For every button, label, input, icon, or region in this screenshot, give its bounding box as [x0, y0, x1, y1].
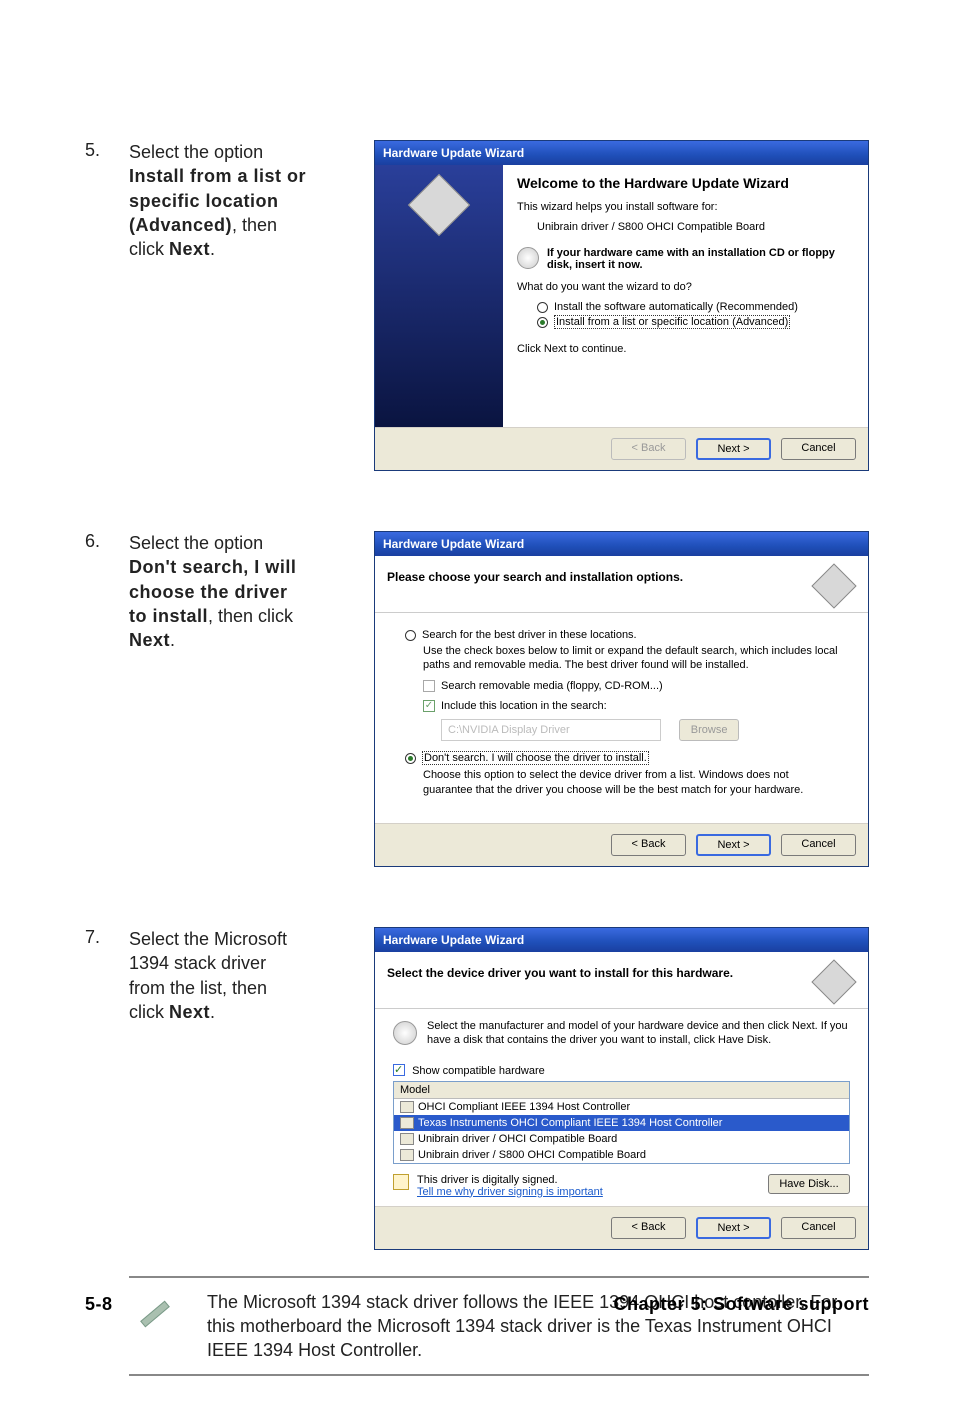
step-5: 5. Select the option Install from a list… [85, 140, 869, 471]
step-text: Select the option Don't search, I will c… [129, 531, 315, 867]
step-7: 7. Select the Microsoft 1394 stack drive… [85, 927, 869, 1250]
next-button[interactable]: Next > [696, 834, 771, 856]
search-desc: Use the check boxes below to limit or ex… [423, 644, 838, 673]
wizard-question: What do you want the wizard to do? [517, 281, 854, 293]
chk-removable: Search removable media (floppy, CD-ROM..… [423, 679, 838, 693]
page-number: 5-8 [85, 1294, 113, 1315]
page-footer: 5-8 Chapter 5: Software support [85, 1294, 869, 1315]
wizard-heading: Welcome to the Hardware Update Wizard [517, 175, 854, 191]
list-item[interactable]: Unibrain driver / S800 OHCI Compatible B… [394, 1147, 849, 1163]
wizard-intro: This wizard helps you install software f… [517, 201, 854, 213]
dialog-heading: Please choose your search and installati… [387, 566, 683, 584]
radio-dont-search[interactable]: Don't search. I will choose the driver t… [405, 751, 838, 765]
path-input: C:\NVIDIA Display Driver [441, 719, 661, 741]
cancel-button[interactable]: Cancel [781, 834, 856, 856]
next-button[interactable]: Next > [696, 1217, 771, 1239]
back-button[interactable]: < Back [611, 1217, 686, 1239]
browse-button: Browse [679, 719, 739, 741]
dialog-title: Hardware Update Wizard [375, 928, 868, 952]
step-6: 6. Select the option Don't search, I wil… [85, 531, 869, 867]
certificate-icon [393, 1174, 409, 1190]
radio-search-best[interactable]: Search for the best driver in these loca… [405, 629, 838, 641]
signing-link[interactable]: Tell me why driver signing is important [417, 1186, 603, 1198]
radio-icon [537, 302, 548, 313]
driver-icon [400, 1149, 414, 1161]
dialog-step5: Hardware Update Wizard Welcome to the Ha… [374, 140, 869, 471]
cancel-button[interactable]: Cancel [781, 1217, 856, 1239]
radio-advanced[interactable]: Install from a list or specific location… [537, 315, 854, 329]
step-text: Select the Microsoft 1394 stack driver f… [129, 927, 315, 1250]
back-button[interactable]: < Back [611, 834, 686, 856]
list-item[interactable]: Unibrain driver / OHCI Compatible Board [394, 1131, 849, 1147]
radio-icon-selected [537, 317, 548, 328]
dialog-title: Hardware Update Wizard [375, 532, 868, 556]
cancel-button[interactable]: Cancel [781, 438, 856, 460]
dialog-heading: Select the device driver you want to ins… [387, 962, 733, 980]
model-list: Model OHCI Compliant IEEE 1394 Host Cont… [393, 1081, 850, 1164]
signed-text: This driver is digitally signed. [417, 1174, 603, 1186]
driver-icon [400, 1101, 414, 1113]
wizard-graphic [375, 165, 503, 427]
dialog-title: Hardware Update Wizard [375, 141, 868, 165]
radio-auto[interactable]: Install the software automatically (Reco… [537, 301, 854, 313]
step-number: 6. [85, 531, 129, 867]
step-number: 7. [85, 927, 129, 1250]
list-item-selected[interactable]: Texas Instruments OHCI Compliant IEEE 13… [394, 1115, 849, 1131]
chapter-title: Chapter 5: Software support [613, 1294, 869, 1315]
dialog-step7: Hardware Update Wizard Select the device… [374, 927, 869, 1250]
driver-icon [400, 1117, 414, 1129]
disk-icon [393, 1021, 417, 1045]
show-compatible-checkbox[interactable]: Show compatible hardware [393, 1062, 850, 1077]
step-text: Select the option Install from a list or… [129, 140, 315, 471]
step-number: 5. [85, 140, 129, 471]
radio-icon-selected [405, 753, 416, 764]
back-button: < Back [611, 438, 686, 460]
next-button[interactable]: Next > [696, 438, 771, 460]
chip-icon [811, 563, 856, 608]
continue-text: Click Next to continue. [517, 343, 854, 355]
checkbox-icon [393, 1064, 405, 1076]
have-disk-button[interactable]: Have Disk... [768, 1174, 850, 1194]
cd-note: If your hardware came with an installati… [547, 247, 854, 271]
column-model: Model [394, 1082, 849, 1099]
chk-include-location: Include this location in the search: [423, 699, 838, 713]
device-name: Unibrain driver / S800 OHCI Compatible B… [537, 221, 854, 233]
radio-icon [405, 630, 416, 641]
dont-desc: Choose this option to select the device … [423, 768, 838, 797]
cd-icon [517, 247, 539, 269]
list-item[interactable]: OHCI Compliant IEEE 1394 Host Controller [394, 1099, 849, 1115]
chip-icon [811, 959, 856, 1004]
note-box: The Microsoft 1394 stack driver follows … [129, 1276, 869, 1377]
dialog-step6: Hardware Update Wizard Please choose you… [374, 531, 869, 867]
driver-icon [400, 1133, 414, 1145]
instruction-text: Select the manufacturer and model of you… [427, 1019, 850, 1048]
